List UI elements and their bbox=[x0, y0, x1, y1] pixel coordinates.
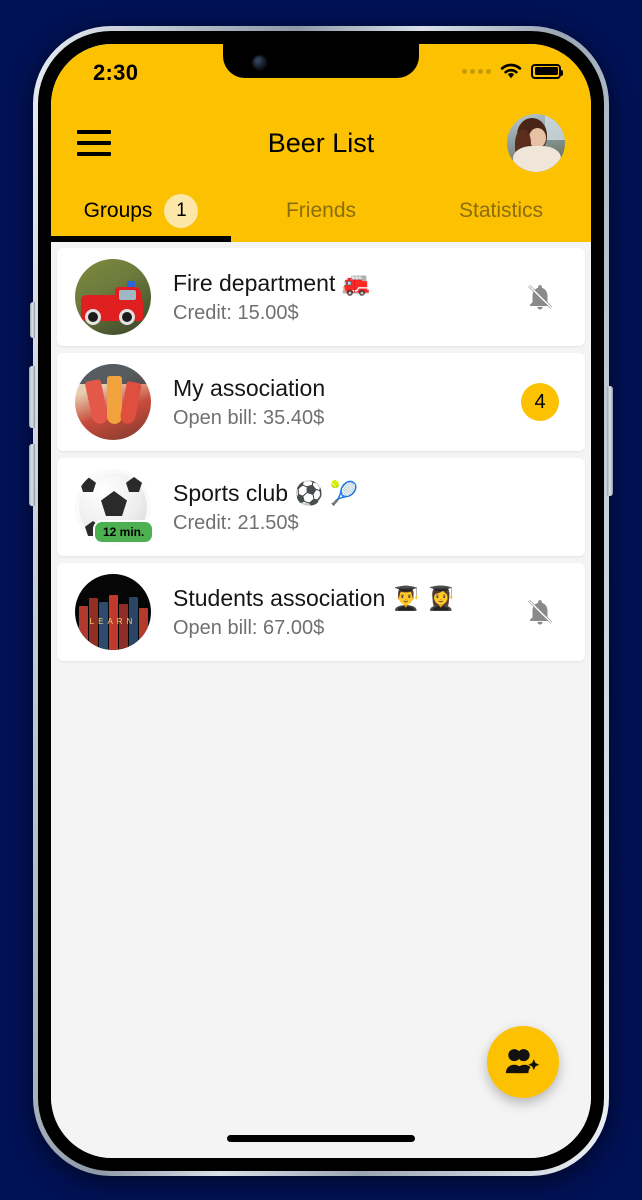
group-subtitle: Open bill: 35.40$ bbox=[173, 406, 325, 429]
group-title: Sports club ⚽ 🎾 bbox=[173, 479, 359, 506]
groups-list: Fire department 🚒 Credit: 15.00$ My asso… bbox=[51, 242, 591, 1158]
phone-screen: 2:30 Beer List Groups 1 Friends Statisti… bbox=[51, 44, 591, 1158]
bell-off-icon[interactable] bbox=[525, 596, 555, 628]
group-trailing: 4 bbox=[515, 383, 565, 421]
group-trailing bbox=[515, 281, 565, 313]
time-ago-badge: 12 min. bbox=[93, 520, 155, 544]
status-time: 2:30 bbox=[93, 60, 139, 85]
notch bbox=[223, 44, 419, 78]
person-add-icon bbox=[505, 1049, 540, 1074]
volume-down-button[interactable] bbox=[29, 444, 35, 506]
group-title: Students association 👨‍🎓 👩‍🎓 bbox=[173, 584, 456, 611]
group-subtitle: Credit: 15.00$ bbox=[173, 301, 299, 324]
hamburger-menu-icon[interactable] bbox=[77, 130, 111, 156]
add-group-fab[interactable] bbox=[487, 1026, 559, 1098]
group-subtitle: Credit: 21.50$ bbox=[173, 511, 299, 534]
list-item[interactable]: Fire department 🚒 Credit: 15.00$ bbox=[57, 248, 585, 346]
tab-statistics-label: Statistics bbox=[458, 199, 544, 222]
phone-frame: 2:30 Beer List Groups 1 Friends Statisti… bbox=[29, 26, 613, 1176]
list-item[interactable]: LEARN Students association 👨‍🎓 👩‍🎓 Open … bbox=[57, 563, 585, 661]
list-item[interactable]: 12 min. Sports club ⚽ 🎾 Credit: 21.50$ bbox=[57, 458, 585, 556]
cocktail-drinks-avatar bbox=[75, 364, 151, 440]
tab-friends-label: Friends bbox=[285, 199, 357, 222]
group-subtitle: Open bill: 67.00$ bbox=[173, 616, 325, 639]
volume-up-button[interactable] bbox=[29, 366, 35, 428]
mute-switch[interactable] bbox=[30, 302, 35, 338]
tab-statistics[interactable]: Statistics bbox=[411, 180, 591, 242]
group-title: Fire department 🚒 bbox=[173, 269, 371, 296]
list-item[interactable]: My association Open bill: 35.40$ 4 bbox=[57, 353, 585, 451]
battery-full-icon bbox=[531, 63, 563, 79]
group-title: My association bbox=[173, 374, 326, 401]
books-avatar: LEARN bbox=[75, 574, 151, 650]
app-bar: Beer List bbox=[51, 106, 591, 180]
phone-bezel: 2:30 Beer List Groups 1 Friends Statisti… bbox=[38, 31, 604, 1171]
group-avatar-wrap bbox=[75, 364, 151, 440]
tab-bar: Groups 1 Friends Statistics bbox=[51, 180, 591, 242]
group-text: My association Open bill: 35.40$ bbox=[173, 375, 515, 430]
group-avatar-wrap bbox=[75, 259, 151, 335]
group-text: Fire department 🚒 Credit: 15.00$ bbox=[173, 270, 515, 325]
tab-groups-label: Groups bbox=[83, 199, 153, 222]
status-bar: 2:30 bbox=[51, 44, 591, 106]
group-avatar-wrap: 12 min. bbox=[75, 469, 155, 545]
signal-dots-icon bbox=[462, 68, 491, 74]
tab-groups[interactable]: Groups 1 bbox=[51, 180, 231, 242]
front-camera-icon bbox=[253, 56, 266, 69]
tab-groups-badge: 1 bbox=[164, 194, 199, 228]
home-indicator bbox=[227, 1135, 415, 1142]
power-button[interactable] bbox=[607, 386, 613, 496]
profile-avatar[interactable] bbox=[507, 114, 565, 172]
tab-friends[interactable]: Friends bbox=[231, 180, 411, 242]
group-text: Students association 👨‍🎓 👩‍🎓 Open bill: … bbox=[173, 585, 515, 640]
wifi-icon bbox=[500, 63, 522, 79]
status-icons bbox=[462, 62, 563, 80]
group-avatar-wrap: LEARN bbox=[75, 574, 151, 650]
unread-count-badge[interactable]: 4 bbox=[521, 383, 559, 421]
fire-truck-avatar bbox=[75, 259, 151, 335]
group-text: Sports club ⚽ 🎾 Credit: 21.50$ bbox=[173, 480, 515, 535]
group-trailing bbox=[515, 596, 565, 628]
bell-off-icon[interactable] bbox=[525, 281, 555, 313]
